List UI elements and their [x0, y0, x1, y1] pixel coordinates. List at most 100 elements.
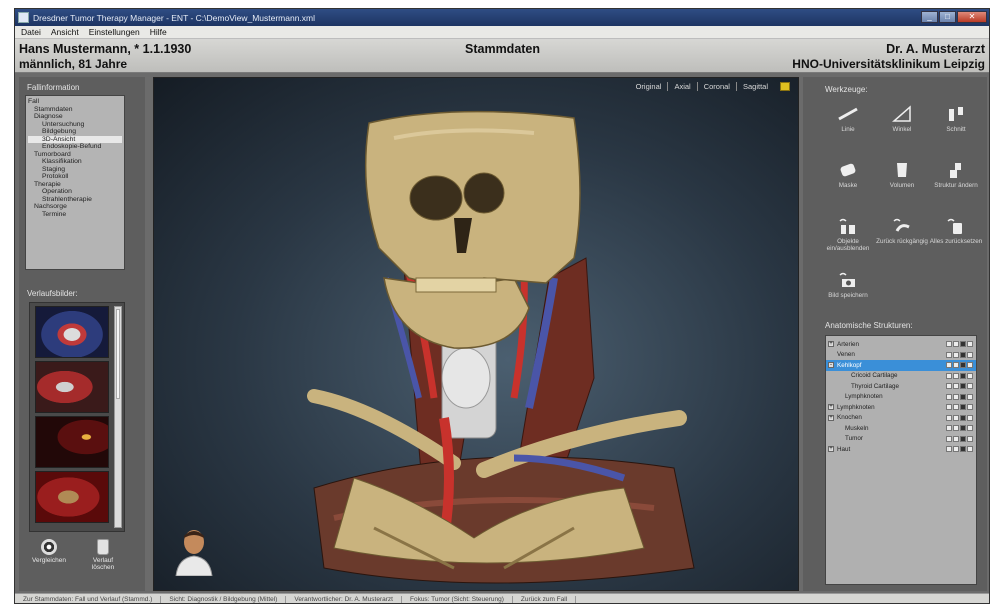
view-mode-axial[interactable]: Axial: [667, 82, 696, 91]
tree-item[interactable]: Termine: [28, 211, 122, 219]
structure-row[interactable]: Venen: [826, 350, 976, 361]
history-thumbnail[interactable]: [35, 471, 109, 523]
mode-toggle[interactable]: [967, 414, 973, 421]
visibility-toggle[interactable]: [946, 341, 952, 347]
mode-toggle[interactable]: [967, 383, 973, 389]
menu-settings[interactable]: Einstellungen: [89, 27, 140, 37]
tree-item[interactable]: Diagnose: [28, 113, 122, 121]
visibility-toggle[interactable]: [946, 425, 952, 431]
visibility-toggle[interactable]: [946, 404, 952, 410]
opacity-toggle[interactable]: [953, 351, 959, 358]
structure-row[interactable]: + Lymphknoten: [826, 402, 976, 413]
tool-line[interactable]: Linie: [821, 105, 875, 133]
tree-item[interactable]: Tumorboard: [28, 151, 122, 159]
history-thumbnail[interactable]: [35, 306, 109, 358]
3d-viewport[interactable]: Original Axial Coronal Sagittal: [153, 77, 799, 591]
tree-item[interactable]: Nachsorge: [28, 203, 122, 211]
mode-toggle[interactable]: [967, 435, 973, 442]
visibility-toggle[interactable]: [946, 435, 952, 442]
opacity-toggle[interactable]: [953, 404, 959, 410]
view-mode-sagittal[interactable]: Sagittal: [735, 82, 774, 91]
tree-item[interactable]: Untersuchung: [28, 121, 122, 129]
color-swatch[interactable]: [960, 351, 966, 358]
mode-toggle[interactable]: [967, 425, 973, 431]
opacity-toggle[interactable]: [953, 383, 959, 389]
tree-item[interactable]: Strahlentherapie: [28, 196, 122, 204]
structure-row[interactable]: Muskeln: [826, 423, 976, 434]
structure-row[interactable]: Lymphknoten: [826, 392, 976, 403]
tree-item[interactable]: Klassifikation: [28, 158, 122, 166]
opacity-toggle[interactable]: [953, 435, 959, 442]
expander-icon[interactable]: +: [828, 446, 834, 453]
color-swatch[interactable]: [960, 383, 966, 389]
expander-icon[interactable]: +: [828, 341, 834, 348]
scrollbar-thumb[interactable]: [116, 309, 120, 399]
orientation-avatar-icon[interactable]: [172, 526, 216, 576]
visibility-toggle[interactable]: [946, 351, 952, 358]
clear-history-button[interactable]: Verlauf löschen: [83, 539, 123, 571]
expander-icon[interactable]: -: [828, 362, 834, 369]
opacity-toggle[interactable]: [953, 425, 959, 431]
tool-structure-edit[interactable]: Struktur ändern: [929, 161, 983, 189]
color-swatch[interactable]: [960, 372, 966, 379]
mode-toggle[interactable]: [967, 351, 973, 358]
tree-item[interactable]: Endoskopie-Befund: [28, 143, 122, 151]
tool-angle[interactable]: Winkel: [875, 105, 929, 133]
menu-help[interactable]: Hilfe: [150, 27, 167, 37]
tree-item-selected[interactable]: 3D-Ansicht: [28, 135, 122, 143]
history-scrollbar[interactable]: [114, 306, 122, 528]
visibility-toggle[interactable]: [946, 362, 952, 368]
mode-toggle[interactable]: [967, 372, 973, 379]
color-swatch[interactable]: [960, 393, 966, 400]
opacity-toggle[interactable]: [953, 446, 959, 452]
opacity-toggle[interactable]: [953, 341, 959, 347]
close-button[interactable]: ✕: [957, 11, 987, 23]
tool-visibility[interactable]: Objekte ein/ausblenden: [821, 217, 875, 252]
opacity-toggle[interactable]: [953, 372, 959, 379]
color-swatch[interactable]: [960, 362, 966, 368]
tool-screenshot[interactable]: Bild speichern: [821, 271, 875, 299]
mode-toggle[interactable]: [967, 446, 973, 452]
anatomy-3d-model[interactable]: [154, 78, 799, 591]
view-mode-coronal[interactable]: Coronal: [696, 82, 736, 91]
tree-item[interactable]: Staging: [28, 166, 122, 174]
tree-item[interactable]: Operation: [28, 188, 122, 196]
tool-cut[interactable]: Schnitt: [929, 105, 983, 133]
tree-item[interactable]: Bildgebung: [28, 128, 122, 136]
mode-toggle[interactable]: [967, 393, 973, 400]
structure-row[interactable]: + Arterien: [826, 339, 976, 350]
menu-view[interactable]: Ansicht: [51, 27, 79, 37]
color-swatch[interactable]: [960, 446, 966, 452]
visibility-toggle[interactable]: [946, 393, 952, 400]
compare-button[interactable]: Vergleichen: [29, 539, 69, 564]
opacity-toggle[interactable]: [953, 414, 959, 421]
tool-mask[interactable]: Maske: [821, 161, 875, 189]
title-bar[interactable]: Dresdner Tumor Therapy Manager - ENT - C…: [15, 9, 989, 26]
color-swatch[interactable]: [960, 425, 966, 431]
history-thumbnail[interactable]: [35, 361, 109, 413]
tool-volume[interactable]: Volumen: [875, 161, 929, 189]
tree-item[interactable]: Protokoll: [28, 173, 122, 181]
visibility-toggle[interactable]: [946, 414, 952, 421]
maximize-button[interactable]: □: [939, 11, 956, 23]
mode-toggle[interactable]: [967, 404, 973, 410]
minimize-button[interactable]: _: [921, 11, 938, 23]
structure-row[interactable]: + Knochen: [826, 413, 976, 424]
opacity-toggle[interactable]: [953, 362, 959, 368]
menu-file[interactable]: Datei: [21, 27, 41, 37]
tree-item[interactable]: Stammdaten: [28, 106, 122, 114]
expander-icon[interactable]: +: [828, 414, 834, 421]
color-swatch[interactable]: [960, 341, 966, 347]
tool-reset[interactable]: Alles zurücksetzen: [929, 217, 983, 245]
mode-toggle[interactable]: [967, 341, 973, 347]
opacity-toggle[interactable]: [953, 393, 959, 400]
visibility-toggle[interactable]: [946, 446, 952, 452]
structure-row[interactable]: + Haut: [826, 444, 976, 455]
expander-icon[interactable]: +: [828, 404, 834, 411]
color-swatch[interactable]: [960, 435, 966, 442]
tree-item[interactable]: Fall: [28, 98, 122, 106]
visibility-toggle[interactable]: [946, 383, 952, 389]
tool-undo[interactable]: Zurück rückgängig: [875, 217, 929, 245]
view-mode-original[interactable]: Original: [630, 82, 668, 91]
structure-row[interactable]: Thyroid Cartilage: [826, 381, 976, 392]
